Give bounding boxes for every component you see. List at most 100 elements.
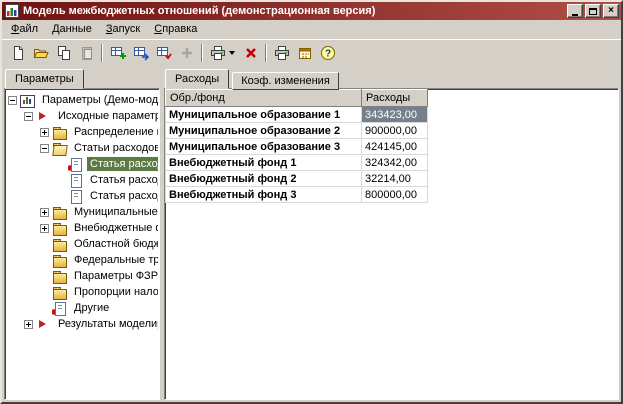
close-button[interactable]: ×	[603, 4, 619, 18]
red-arrow-icon	[36, 110, 51, 123]
tree-item-label: Муниципальные обра	[71, 205, 158, 219]
tab-expenses[interactable]: Расходы	[165, 69, 229, 89]
tree-item-tax-distribution[interactable]: Распределение налог	[6, 124, 158, 140]
entity-cell[interactable]: Муниципальное образование 1	[166, 107, 362, 123]
minimize-button[interactable]	[567, 4, 583, 18]
tree-item-label: Федеральные трансф	[71, 253, 158, 267]
schedule-button[interactable]	[293, 42, 316, 64]
tab-change-coefficients[interactable]: Коэф. изменения	[232, 72, 339, 90]
help-button[interactable]: ?	[316, 42, 339, 64]
parameters-pane: Параметры Параметры (Демо-модель-2. Исхо…	[4, 68, 160, 400]
red-x-icon	[243, 45, 259, 61]
tree-item-root[interactable]: Параметры (Демо-модель-2.	[6, 92, 158, 108]
tree-item-expense-articles[interactable]: Статьи расходов	[6, 140, 158, 156]
expenses-cell[interactable]: 324342,00	[362, 155, 428, 171]
column-header-entity[interactable]: Обр./фонд	[166, 90, 362, 107]
column-header-expenses[interactable]: Расходы	[362, 90, 428, 107]
expander-minus-icon[interactable]	[40, 144, 49, 153]
menu-file[interactable]: Файл	[4, 21, 45, 38]
table-row[interactable]: Внебюджетный фонд 2 32214,00	[166, 171, 428, 187]
folder-icon	[52, 222, 67, 235]
expander-minus-icon[interactable]	[24, 112, 33, 121]
tree-item-label: Параметры ФЗР	[71, 269, 158, 283]
table-row[interactable]: Муниципальное образование 1 343423,00	[166, 107, 428, 123]
tree-item-regional-budget[interactable]: Областной бюджет	[6, 236, 158, 252]
expenses-cell[interactable]: 800000,00	[362, 187, 428, 203]
paste-button[interactable]	[75, 42, 98, 64]
tree-item-expense-article-2[interactable]: Статья расходов 2	[6, 172, 158, 188]
document-icon	[68, 174, 83, 187]
add-record-button[interactable]	[106, 42, 129, 64]
folder-icon	[52, 238, 67, 251]
tree-item-label: Статьи расходов	[71, 141, 158, 155]
menu-data[interactable]: Данные	[45, 21, 99, 38]
question-icon: ?	[320, 45, 336, 61]
tree-item-label: Другие	[71, 301, 112, 315]
post-edit-button[interactable]	[152, 42, 175, 64]
expenses-cell[interactable]: 900000,00	[362, 123, 428, 139]
open-folder-icon	[33, 45, 49, 61]
tree-item-label: Параметры (Демо-модель-2.	[39, 93, 158, 107]
expenses-table: Обр./фонд Расходы Муниципальное образова…	[165, 89, 428, 203]
table-row[interactable]: Внебюджетный фонд 3 800000,00	[166, 187, 428, 203]
tree-item-label: Статья расходов 2	[87, 173, 158, 187]
expander-minus-icon[interactable]	[8, 96, 17, 105]
export-button[interactable]	[206, 42, 239, 64]
dropdown-caret-icon	[229, 51, 235, 55]
tree-item-label: Результаты моделирован	[55, 317, 158, 331]
insert-button[interactable]	[175, 42, 198, 64]
table-row[interactable]: Муниципальное образование 2 900000,00	[166, 123, 428, 139]
tree-item-expense-article-1[interactable]: Статья расходов	[6, 156, 158, 172]
tree-item-source-params[interactable]: Исходные параметры	[6, 108, 158, 124]
tree-item-fzr-params[interactable]: Параметры ФЗР	[6, 268, 158, 284]
expenses-pane: Расходы Коэф. изменения Обр./фонд Расход…	[164, 68, 619, 400]
minimize-icon	[572, 14, 578, 16]
tree-item-federal-transfers[interactable]: Федеральные трансф	[6, 252, 158, 268]
expander-plus-icon[interactable]	[40, 224, 49, 233]
expander-plus-icon[interactable]	[40, 208, 49, 217]
entity-cell[interactable]: Муниципальное образование 2	[166, 123, 362, 139]
tree-item-model-results[interactable]: Результаты моделирован	[6, 316, 158, 332]
copy-button[interactable]	[52, 42, 75, 64]
grid-post-icon	[156, 45, 172, 61]
expenses-cell[interactable]: 424145,00	[362, 139, 428, 155]
folder-icon	[52, 270, 67, 283]
tab-parameters[interactable]: Параметры	[5, 69, 84, 89]
document-icon	[68, 158, 83, 171]
window-title: Модель межбюджетных отношений (демонстра…	[23, 5, 565, 17]
expenses-cell-selected[interactable]: 343423,00	[362, 107, 428, 123]
expander-plus-icon[interactable]	[40, 128, 49, 137]
toolbar-separator	[101, 44, 103, 62]
maximize-button[interactable]	[585, 4, 601, 18]
tree-item-other[interactable]: Другие	[6, 300, 158, 316]
folder-icon	[52, 254, 67, 267]
model-icon	[20, 94, 35, 107]
delete-button[interactable]	[239, 42, 262, 64]
menu-help[interactable]: Справка	[147, 21, 204, 38]
tree-item-extrabudget-funds[interactable]: Внебюджетные фонд	[6, 220, 158, 236]
table-row[interactable]: Внебюджетный фонд 1 324342,00	[166, 155, 428, 171]
new-button[interactable]	[6, 42, 29, 64]
toolbar: ?	[2, 39, 621, 66]
parameters-tree: Параметры (Демо-модель-2. Исходные парам…	[5, 89, 159, 332]
tree-panel: Параметры (Демо-модель-2. Исходные парам…	[4, 88, 160, 400]
tree-item-tax-proportions[interactable]: Пропорции налогов	[6, 284, 158, 300]
tree-item-label: Статья расходов 3	[87, 189, 158, 203]
expenses-cell[interactable]: 32214,00	[362, 171, 428, 187]
entity-cell[interactable]: Внебюджетный фонд 1	[166, 155, 362, 171]
tree-item-municipalities[interactable]: Муниципальные обра	[6, 204, 158, 220]
grid-wrap: Обр./фонд Расходы Муниципальное образова…	[165, 89, 618, 203]
menubar: Файл Данные Запуск Справка	[2, 20, 621, 39]
menu-run[interactable]: Запуск	[99, 21, 147, 38]
entity-cell[interactable]: Муниципальное образование 3	[166, 139, 362, 155]
open-button[interactable]	[29, 42, 52, 64]
entity-cell[interactable]: Внебюджетный фонд 3	[166, 187, 362, 203]
refresh-button[interactable]	[129, 42, 152, 64]
print-button[interactable]	[270, 42, 293, 64]
expander-plus-icon[interactable]	[24, 320, 33, 329]
table-row[interactable]: Муниципальное образование 3 424145,00	[166, 139, 428, 155]
toolbar-separator	[201, 44, 203, 62]
printer-icon	[274, 45, 290, 61]
entity-cell[interactable]: Внебюджетный фонд 2	[166, 171, 362, 187]
tree-item-expense-article-3[interactable]: Статья расходов 3	[6, 188, 158, 204]
